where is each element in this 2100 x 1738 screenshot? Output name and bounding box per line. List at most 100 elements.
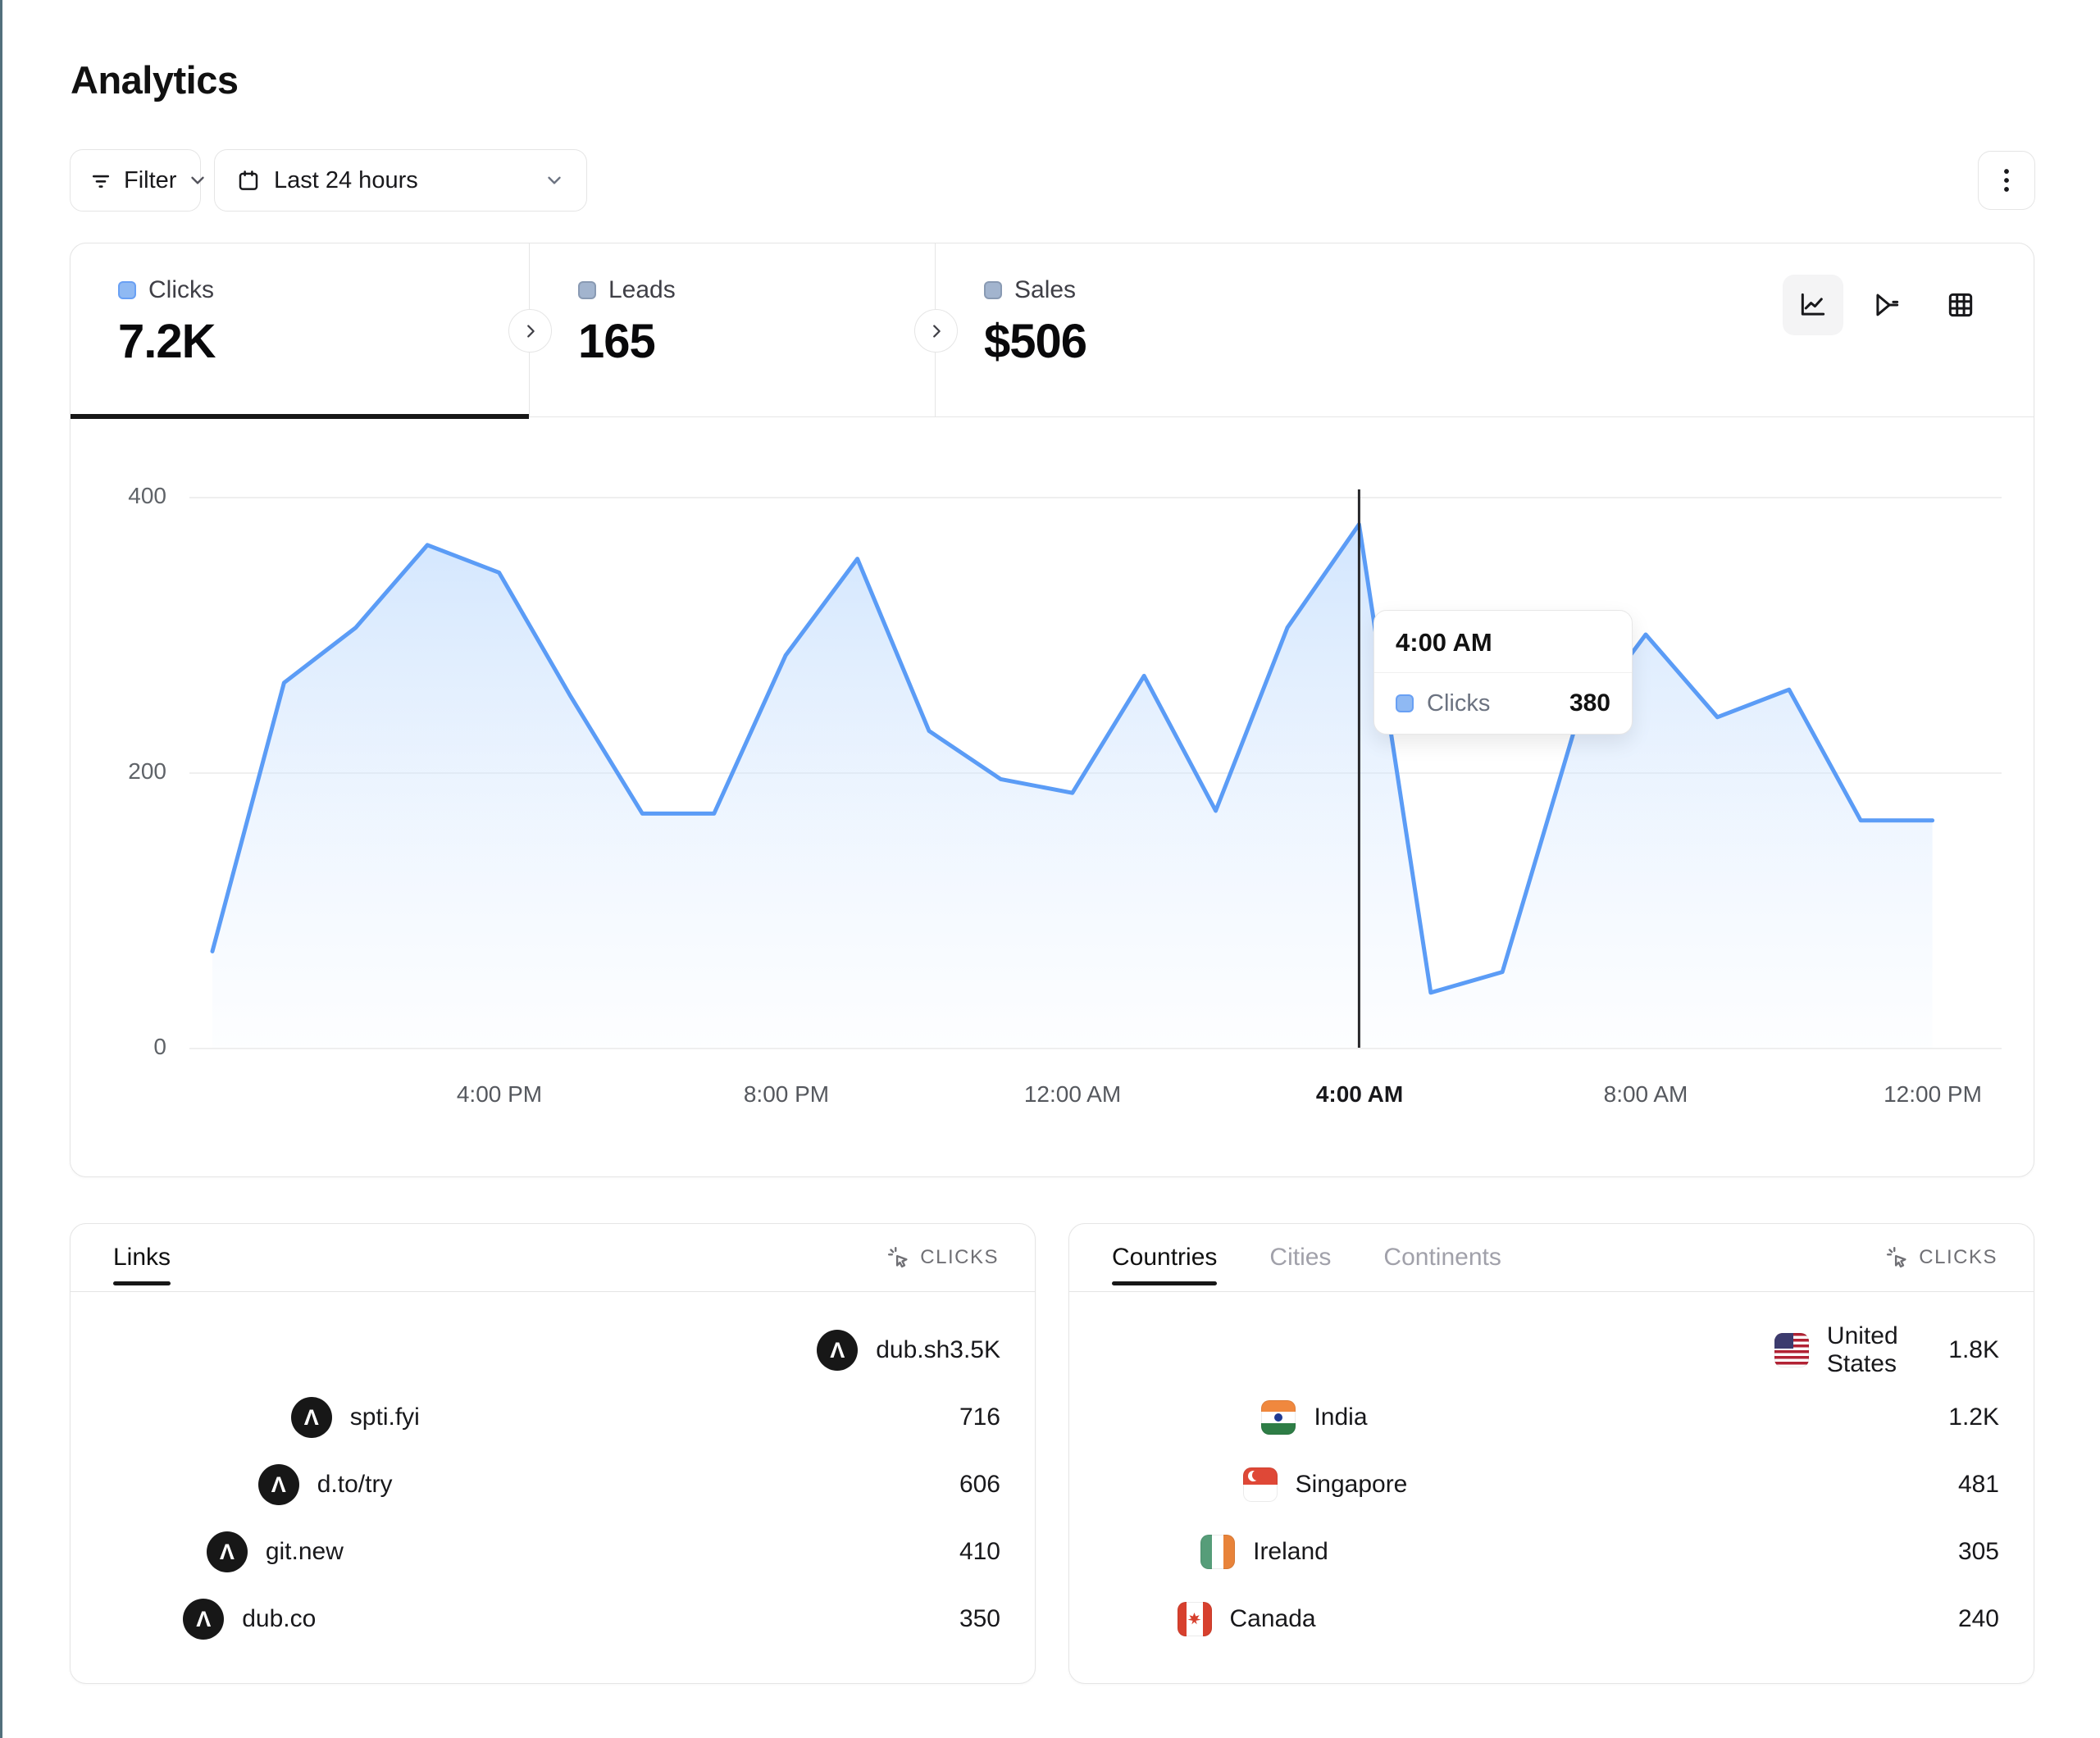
kebab-menu-icon <box>1994 166 2019 194</box>
metric-value: $506 <box>984 314 1346 369</box>
country-row[interactable]: Singapore 481 <box>1082 1459 2020 1510</box>
tab-continents[interactable]: Continents <box>1383 1224 1501 1291</box>
x-axis-tick: 8:00 AM <box>1604 1081 1688 1108</box>
sales-series-marker <box>984 281 1002 299</box>
link-clicks-value: 716 <box>959 1404 1000 1431</box>
tab-cities[interactable]: Cities <box>1269 1224 1331 1291</box>
country-label: India <box>1314 1404 1367 1431</box>
dub-logo-icon: Λ <box>207 1531 248 1572</box>
link-clicks-value: 410 <box>959 1538 1000 1566</box>
link-row[interactable]: Λ dub.co 350 <box>84 1594 1022 1645</box>
country-label: United States <box>1827 1322 1948 1378</box>
metric-tab-clicks[interactable]: Clicks 7.2K <box>71 243 530 417</box>
x-axis-tick: 12:00 PM <box>1884 1081 1982 1108</box>
next-metric-button[interactable] <box>508 309 552 353</box>
chevron-down-icon <box>187 170 208 191</box>
dub-logo-icon: Λ <box>183 1599 224 1640</box>
leads-series-marker <box>578 281 596 299</box>
country-label: Ireland <box>1253 1538 1328 1566</box>
date-range-button[interactable]: Last 24 hours <box>214 149 587 212</box>
analytics-page: Analytics Filter Last 24 hours <box>0 0 2100 1738</box>
area-fill <box>212 525 1933 1048</box>
y-axis-tick: 400 <box>116 483 166 509</box>
x-axis-tick: 4:00 AM <box>1316 1081 1403 1108</box>
gridline <box>189 1048 2002 1049</box>
links-panel: Links CLICKS Λ dub.sh 3.5K <box>70 1223 1036 1684</box>
tooltip-series-value: 380 <box>1569 689 1610 717</box>
chart-view-toggles <box>1783 275 1991 335</box>
tooltip-series-label: Clicks <box>1427 690 1556 717</box>
funnel-view-button[interactable] <box>1856 275 1917 335</box>
us-flag-icon <box>1774 1333 1809 1367</box>
country-row[interactable]: Canada 240 <box>1082 1594 2020 1645</box>
metric-label: Sales <box>1014 276 1076 304</box>
metrics-row: Clicks 7.2K Leads 165 Sales $506 <box>71 243 2034 417</box>
y-axis-tick: 0 <box>116 1034 166 1060</box>
tab-links[interactable]: Links <box>113 1224 171 1291</box>
country-clicks-value: 240 <box>1958 1605 1999 1633</box>
countries-list: United States 1.8K India 1.2K Singapore … <box>1082 1325 2020 1661</box>
link-clicks-value: 606 <box>959 1471 1000 1499</box>
cursor-click-icon <box>1885 1245 1910 1270</box>
more-options-button[interactable] <box>1978 151 2035 210</box>
x-axis-tick: 4:00 PM <box>457 1081 542 1108</box>
metric-tab-leads[interactable]: Leads 165 <box>531 243 936 417</box>
panel-metric-label: CLICKS <box>1919 1246 1998 1269</box>
link-label: git.new <box>266 1538 344 1566</box>
chart-tooltip: 4:00 AM Clicks 380 <box>1373 610 1633 735</box>
country-label: Canada <box>1230 1605 1316 1633</box>
panel-metric-selector[interactable]: CLICKS <box>1885 1245 1998 1270</box>
link-clicks-value: 350 <box>959 1605 1000 1633</box>
link-label: dub.sh <box>876 1336 950 1364</box>
metric-label: Leads <box>608 276 676 304</box>
metric-value: 165 <box>578 314 935 369</box>
page-title: Analytics <box>71 57 238 102</box>
singapore-flag-icon <box>1243 1467 1278 1502</box>
panel-metric-selector[interactable]: CLICKS <box>886 1245 999 1270</box>
metric-value: 7.2K <box>118 314 529 369</box>
dub-logo-icon: Λ <box>817 1330 858 1371</box>
active-metric-underline <box>71 414 529 419</box>
analytics-chart-card: Clicks 7.2K Leads 165 Sales $506 <box>70 243 2034 1177</box>
next-metric-button[interactable] <box>914 309 958 353</box>
table-view-button[interactable] <box>1930 275 1991 335</box>
india-flag-icon <box>1261 1400 1296 1435</box>
filter-button[interactable]: Filter <box>70 149 201 212</box>
clicks-line <box>212 525 1933 993</box>
country-clicks-value: 1.2K <box>1948 1404 1999 1431</box>
line-chart-view-button[interactable] <box>1783 275 1843 335</box>
country-row[interactable]: United States 1.8K <box>1082 1325 2020 1376</box>
cursor-click-icon <box>886 1245 911 1270</box>
calendar-icon <box>236 168 261 193</box>
chevron-down-icon <box>544 170 565 191</box>
link-row[interactable]: Λ d.to/try 606 <box>84 1459 1022 1510</box>
country-row[interactable]: Ireland 305 <box>1082 1526 2020 1577</box>
dub-logo-icon: Λ <box>291 1397 332 1438</box>
link-label: d.to/try <box>317 1471 393 1499</box>
country-clicks-value: 481 <box>1958 1471 1999 1499</box>
link-label: dub.co <box>242 1605 316 1633</box>
ireland-flag-icon <box>1200 1535 1235 1569</box>
link-row[interactable]: Λ spti.fyi 716 <box>84 1392 1022 1443</box>
metric-label: Clicks <box>148 276 214 304</box>
y-axis-tick: 200 <box>116 758 166 785</box>
link-row[interactable]: Λ dub.sh 3.5K <box>84 1325 1022 1376</box>
window-edge-divider <box>0 0 2 1738</box>
country-row[interactable]: India 1.2K <box>1082 1392 2020 1443</box>
canada-flag-icon <box>1178 1602 1212 1636</box>
link-label: spti.fyi <box>350 1404 420 1431</box>
gridline <box>189 497 2002 498</box>
tooltip-series-marker <box>1396 694 1414 712</box>
date-range-label: Last 24 hours <box>274 167 418 194</box>
link-row[interactable]: Λ git.new 410 <box>84 1526 1022 1577</box>
metric-tab-sales[interactable]: Sales $506 <box>936 243 1346 417</box>
filter-icon <box>89 168 113 193</box>
country-label: Singapore <box>1296 1471 1408 1499</box>
panel-metric-label: CLICKS <box>920 1246 999 1269</box>
link-clicks-value: 3.5K <box>950 1336 1000 1364</box>
filter-button-label: Filter <box>124 167 176 194</box>
links-list: Λ dub.sh 3.5K Λ spti.fyi 716 Λ d.to/try … <box>84 1325 1022 1661</box>
country-clicks-value: 305 <box>1958 1538 1999 1566</box>
tab-countries[interactable]: Countries <box>1112 1224 1217 1291</box>
dub-logo-icon: Λ <box>258 1464 299 1505</box>
